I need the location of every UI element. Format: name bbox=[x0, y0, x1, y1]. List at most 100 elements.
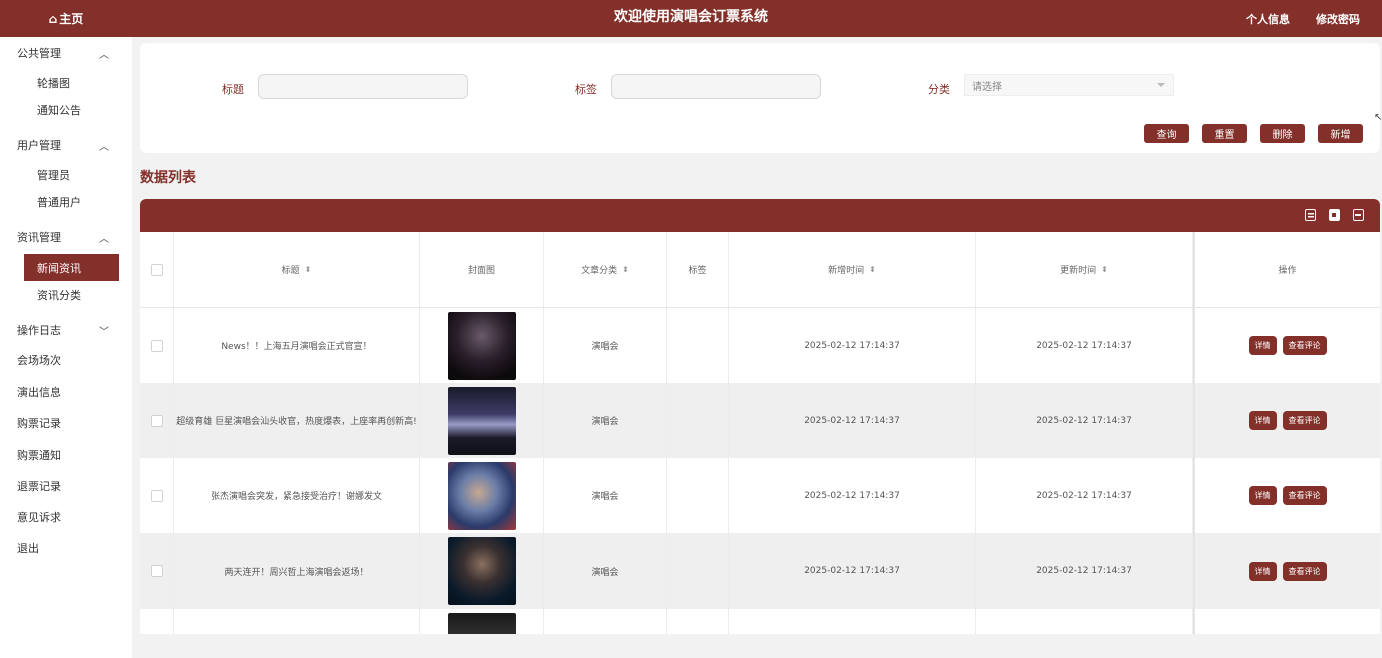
sidebar-item-normal-user[interactable]: 普通用户 bbox=[24, 188, 119, 215]
row-checkbox[interactable] bbox=[150, 489, 163, 502]
columns-icon[interactable] bbox=[1305, 209, 1316, 221]
row-created-time: 2025-02-12 17:14:37 bbox=[729, 458, 976, 533]
sidebar-item-news[interactable]: 新闻资讯 bbox=[24, 254, 119, 281]
menu-group-news[interactable]: 资讯管理 ︿ bbox=[0, 223, 132, 251]
sort-icon: ⬍ bbox=[304, 265, 312, 274]
detail-button[interactable]: 详情 bbox=[1248, 561, 1277, 581]
row-tag bbox=[667, 533, 729, 609]
top-bar: ⌂ 主页 欢迎使用演唱会订票系统 个人信息 修改密码 bbox=[0, 0, 1382, 37]
menu-group-users[interactable]: 用户管理 ︿ bbox=[0, 131, 132, 159]
home-label: 主页 bbox=[59, 12, 84, 26]
row-category: 演唱会 bbox=[544, 383, 667, 458]
menu-group-label: 资讯管理 bbox=[17, 231, 61, 244]
row-actions: 详情 查看评论 bbox=[1193, 383, 1380, 458]
home-link[interactable]: ⌂ 主页 bbox=[0, 0, 132, 37]
category-filter-label: 分类 bbox=[928, 83, 950, 96]
column-label: 标题 bbox=[281, 266, 300, 276]
row-actions bbox=[1193, 609, 1380, 634]
row-select-cell bbox=[140, 533, 174, 609]
title-search-input[interactable] bbox=[258, 74, 468, 99]
sidebar-item-news-category[interactable]: 资讯分类 bbox=[24, 281, 119, 308]
sort-icon: ⬍ bbox=[869, 265, 876, 274]
sidebar-item-admin[interactable]: 管理员 bbox=[24, 161, 119, 188]
column-header-created[interactable]: 新增时间 ⬍ bbox=[729, 232, 976, 307]
column-header-updated[interactable]: 更新时间 ⬍ bbox=[976, 232, 1193, 307]
search-panel: 标题 标签 分类 请选择 查询 重置 删除 新增 bbox=[140, 43, 1380, 153]
sidebar-item-ticket-notice[interactable]: 购票通知 bbox=[0, 441, 132, 469]
row-checkbox[interactable] bbox=[150, 414, 163, 427]
view-comments-button[interactable]: 查看评论 bbox=[1282, 336, 1327, 355]
column-header-category[interactable]: 文章分类 ⬍ bbox=[544, 232, 667, 307]
column-header-actions: 操作 bbox=[1193, 232, 1380, 307]
menu-group-logs[interactable]: 操作日志 ﹀ bbox=[0, 316, 132, 344]
row-tag bbox=[667, 383, 729, 458]
row-tag bbox=[667, 609, 729, 634]
cover-image[interactable] bbox=[447, 537, 516, 605]
sidebar-item-refunds[interactable]: 退票记录 bbox=[0, 472, 132, 500]
row-created-time: 2025-02-12 17:14:37 bbox=[729, 308, 976, 383]
menu-group-label: 公共管理 bbox=[17, 47, 61, 60]
profile-link[interactable]: 个人信息 bbox=[1246, 11, 1290, 27]
sidebar-item-notice[interactable]: 通知公告 bbox=[24, 96, 119, 123]
row-select-cell bbox=[140, 383, 174, 458]
export-icon[interactable] bbox=[1329, 209, 1340, 221]
sidebar-item-carousel[interactable]: 轮播图 bbox=[24, 69, 119, 96]
detail-button[interactable]: 详情 bbox=[1248, 411, 1277, 430]
sidebar: 公共管理 ︿ 轮播图 通知公告 用户管理 ︿ 管理员 普通用户 资讯管理 ︿ 新… bbox=[0, 37, 132, 658]
row-tag bbox=[667, 308, 729, 383]
tag-search-input[interactable] bbox=[611, 74, 821, 99]
table-row bbox=[140, 609, 1380, 634]
add-button[interactable]: 新增 bbox=[1318, 124, 1363, 143]
view-comments-button[interactable]: 查看评论 bbox=[1282, 486, 1327, 505]
row-updated-time: 2025-02-12 17:14:37 bbox=[976, 458, 1193, 533]
sidebar-item-venue[interactable]: 会场场次 bbox=[0, 346, 132, 374]
row-category: 演唱会 bbox=[544, 533, 667, 609]
delete-button[interactable]: 删除 bbox=[1260, 124, 1305, 143]
cover-image[interactable] bbox=[447, 311, 516, 380]
print-icon[interactable] bbox=[1353, 209, 1364, 221]
query-button[interactable]: 查询 bbox=[1144, 124, 1189, 143]
row-checkbox[interactable] bbox=[150, 565, 163, 577]
view-comments-button[interactable]: 查看评论 bbox=[1282, 561, 1327, 581]
reset-button[interactable]: 重置 bbox=[1202, 124, 1247, 143]
row-checkbox[interactable] bbox=[150, 339, 163, 352]
column-header-title[interactable]: 标题 ⬍ bbox=[174, 232, 420, 307]
row-title: 两天连开！周兴哲上海演唱会返场！ bbox=[174, 533, 420, 609]
table-row: 张杰演唱会突发，紧急接受治疗！谢娜发文 演唱会 2025-02-12 17:14… bbox=[140, 458, 1380, 533]
cover-image[interactable] bbox=[447, 386, 516, 455]
row-tag bbox=[667, 458, 729, 533]
cover-cell bbox=[420, 458, 544, 533]
cover-image[interactable] bbox=[447, 613, 516, 634]
column-label: 新增时间 bbox=[828, 266, 865, 276]
sort-icon: ⬍ bbox=[1101, 265, 1108, 274]
title-filter-label: 标题 bbox=[222, 83, 244, 96]
detail-button[interactable]: 详情 bbox=[1248, 486, 1277, 505]
category-select-placeholder: 请选择 bbox=[972, 81, 1002, 93]
row-updated-time: 2025-02-12 17:14:37 bbox=[976, 383, 1193, 458]
table-row: 超级育雄 巨星演唱会汕头收官，热度爆表，上座率再创新高! 演唱会 2025-02… bbox=[140, 383, 1380, 458]
cover-image[interactable] bbox=[447, 461, 516, 530]
sidebar-item-tickets[interactable]: 购票记录 bbox=[0, 409, 132, 437]
change-password-link[interactable]: 修改密码 bbox=[1316, 11, 1360, 27]
cover-cell bbox=[420, 308, 544, 383]
row-created-time: 2025-02-12 17:14:37 bbox=[729, 533, 976, 609]
column-header-tag: 标签 bbox=[667, 232, 729, 307]
select-all-cell bbox=[140, 232, 174, 307]
table-toolbar bbox=[140, 199, 1380, 232]
tag-filter-label: 标签 bbox=[575, 83, 597, 96]
column-label: 文章分类 bbox=[581, 266, 618, 276]
select-all-checkbox[interactable] bbox=[150, 263, 163, 276]
row-actions: 详情 查看评论 bbox=[1193, 458, 1380, 533]
sort-icon: ⬍ bbox=[622, 265, 629, 274]
menu-group-public[interactable]: 公共管理 ︿ bbox=[0, 39, 132, 67]
column-label: 封面图 bbox=[467, 266, 495, 276]
sidebar-item-feedback[interactable]: 意见诉求 bbox=[0, 503, 132, 531]
sidebar-item-logout[interactable]: 退出 bbox=[0, 534, 132, 562]
column-label: 标签 bbox=[688, 266, 707, 276]
sidebar-item-shows[interactable]: 演出信息 bbox=[0, 378, 132, 406]
view-comments-button[interactable]: 查看评论 bbox=[1282, 411, 1327, 430]
category-select[interactable]: 请选择 bbox=[964, 74, 1174, 96]
row-category: 演唱会 bbox=[544, 458, 667, 533]
cover-cell bbox=[420, 533, 544, 609]
detail-button[interactable]: 详情 bbox=[1248, 336, 1277, 355]
